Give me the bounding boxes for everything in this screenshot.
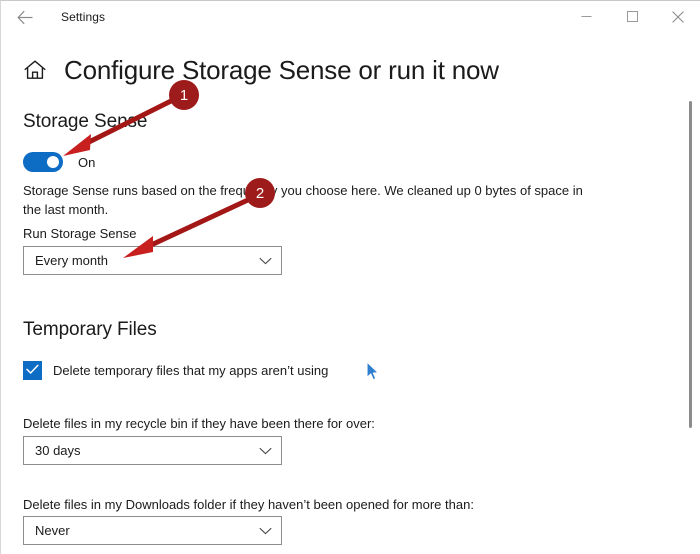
recycle-bin-label: Delete files in my recycle bin if they h… xyxy=(23,416,375,431)
run-storage-sense-label: Run Storage Sense xyxy=(23,226,137,241)
temp-files-checkbox-row: Delete temporary files that my apps aren… xyxy=(23,361,328,380)
chevron-down-icon xyxy=(259,447,272,455)
minimize-icon xyxy=(581,11,592,22)
temporary-files-heading: Temporary Files xyxy=(23,319,157,340)
recycle-bin-dropdown[interactable]: 30 days xyxy=(23,436,282,465)
checkmark-icon xyxy=(26,362,39,380)
maximize-icon xyxy=(626,11,638,22)
page-title: Configure Storage Sense or run it now xyxy=(64,54,499,85)
storage-sense-toggle[interactable] xyxy=(23,152,63,172)
storage-sense-toggle-row: On xyxy=(23,152,95,172)
run-storage-sense-dropdown[interactable]: Every month xyxy=(23,246,282,275)
downloads-label: Delete files in my Downloads folder if t… xyxy=(23,497,474,512)
close-icon xyxy=(672,10,684,23)
downloads-dropdown[interactable]: Never xyxy=(23,516,282,545)
vertical-scrollbar[interactable] xyxy=(688,35,694,551)
close-button[interactable] xyxy=(655,1,700,32)
back-button[interactable] xyxy=(3,2,47,33)
maximize-button[interactable] xyxy=(609,1,655,32)
downloads-value: Never xyxy=(35,523,70,538)
settings-window: Settings Configure Storage Sense or run … xyxy=(0,0,700,554)
scrollbar-thumb[interactable] xyxy=(689,101,692,428)
window-title: Settings xyxy=(61,10,106,24)
storage-sense-heading: Storage Sense xyxy=(23,111,148,132)
settings-content: Storage Sense On Storage Sense runs base… xyxy=(1,97,700,554)
minimize-button[interactable] xyxy=(563,1,609,32)
home-icon[interactable] xyxy=(20,55,50,85)
storage-sense-toggle-state: On xyxy=(78,154,96,170)
toggle-knob xyxy=(47,156,59,168)
recycle-bin-value: 30 days xyxy=(35,443,81,458)
back-arrow-icon xyxy=(16,10,34,25)
storage-sense-description: Storage Sense runs based on the frequenc… xyxy=(23,183,583,217)
delete-temp-files-checkbox[interactable] xyxy=(23,361,42,380)
run-storage-sense-value: Every month xyxy=(35,253,108,268)
chevron-down-icon xyxy=(259,527,272,535)
chevron-down-icon xyxy=(259,257,272,265)
page-header: Configure Storage Sense or run it now xyxy=(1,49,700,91)
title-bar: Settings xyxy=(1,1,700,33)
delete-temp-files-label: Delete temporary files that my apps aren… xyxy=(53,363,329,378)
caption-buttons xyxy=(563,1,700,33)
mouse-cursor xyxy=(366,361,382,383)
